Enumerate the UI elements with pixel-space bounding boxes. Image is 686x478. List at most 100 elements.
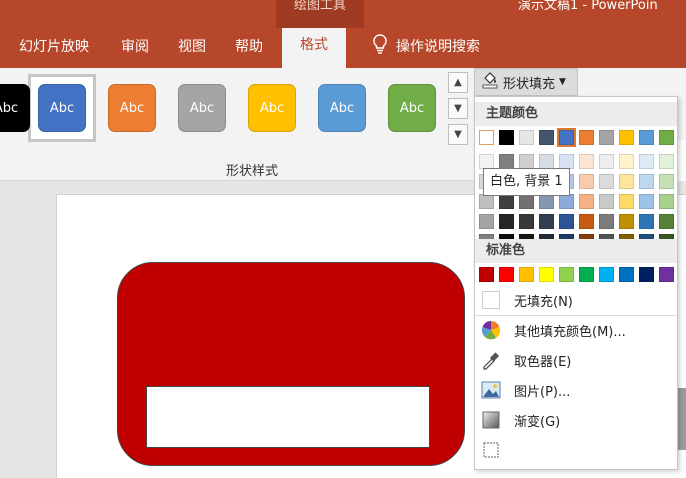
theme-shade-swatch[interactable] (479, 194, 494, 209)
eyedropper-item[interactable]: 取色器(E) (475, 345, 677, 375)
standard-color-swatch[interactable] (659, 267, 674, 282)
theme-shade-swatch[interactable] (599, 194, 614, 209)
picture-fill-item[interactable]: 图片(P)... (475, 375, 677, 405)
texture-fill-item[interactable] (475, 435, 677, 465)
theme-color-swatch[interactable] (557, 128, 576, 147)
theme-color-swatch[interactable] (619, 130, 634, 145)
theme-shade-swatch[interactable] (499, 214, 514, 229)
theme-shade-swatch[interactable] (579, 174, 594, 189)
standard-color-swatch[interactable] (579, 267, 594, 282)
picture-icon (480, 379, 502, 401)
standard-color-swatch[interactable] (499, 267, 514, 282)
eyedropper-label: 取色器(E) (514, 354, 572, 370)
contextual-tab-group-label: 绘图工具 (293, 0, 346, 13)
shape-style-gold[interactable]: Abc (248, 84, 296, 132)
theme-shade-swatch[interactable] (579, 214, 594, 229)
theme-shade-swatch[interactable] (539, 154, 554, 169)
standard-color-swatch[interactable] (479, 267, 494, 282)
theme-shade-swatch[interactable] (659, 154, 674, 169)
tab-help[interactable]: 帮助 (235, 36, 263, 58)
gradient-icon (480, 409, 502, 431)
theme-shade-swatch[interactable] (659, 214, 674, 229)
theme-shade-swatch[interactable] (479, 214, 494, 229)
contextual-tab-group: 绘图工具 (276, 0, 364, 28)
standard-color-swatch[interactable] (599, 267, 614, 282)
theme-shade-swatch[interactable] (519, 194, 534, 209)
theme-shade-swatch[interactable] (559, 154, 574, 169)
theme-shade-swatch[interactable] (619, 214, 634, 229)
tab-format[interactable]: 格式 (282, 28, 346, 68)
theme-shade-swatch[interactable] (539, 194, 554, 209)
theme-shade-swatch[interactable] (519, 154, 534, 169)
theme-shade-swatch[interactable] (559, 214, 574, 229)
document-title: 演示文稿1 - PowerPoin (518, 0, 658, 13)
gallery-scroll-up-button[interactable]: ▲ (448, 72, 468, 93)
shape-style-gray[interactable]: Abc (178, 84, 226, 132)
theme-color-swatch[interactable] (639, 130, 654, 145)
paint-bucket-icon (481, 71, 499, 93)
standard-color-swatch[interactable] (519, 267, 534, 282)
shape-style-light-blue[interactable]: Abc (318, 84, 366, 132)
shape-style-black[interactable]: Abc (0, 84, 30, 132)
theme-shade-swatch[interactable] (619, 154, 634, 169)
more-fill-colors-item[interactable]: 其他填充颜色(M)... (475, 315, 677, 345)
theme-shade-swatch[interactable] (599, 154, 614, 169)
theme-shade-swatch[interactable] (639, 154, 654, 169)
eyedropper-icon (480, 349, 502, 371)
white-rectangle-shape[interactable] (146, 386, 430, 448)
gallery-scroll-down-button[interactable]: ▼ (448, 98, 468, 119)
theme-shade-swatch[interactable] (599, 214, 614, 229)
tell-me-search[interactable]: 操作说明搜索 (372, 34, 480, 58)
theme-color-swatch[interactable] (659, 130, 674, 145)
shape-style-blue[interactable]: Abc (38, 84, 86, 132)
shape-style-orange[interactable]: Abc (108, 84, 156, 132)
ribbon-tab-bar: 绘图工具 演示文稿1 - PowerPoin 幻灯片放映 审阅 视图 帮助 格式… (0, 0, 686, 68)
standard-color-swatch[interactable] (559, 267, 574, 282)
tab-view[interactable]: 视图 (178, 36, 206, 58)
picture-fill-label: 图片(P)... (514, 384, 571, 400)
theme-color-swatch[interactable] (539, 130, 554, 145)
theme-color-swatch[interactable] (479, 130, 494, 145)
theme-color-swatch[interactable] (599, 130, 614, 145)
color-wheel-icon (480, 319, 502, 341)
standard-color-swatch[interactable] (639, 267, 654, 282)
theme-shade-swatch[interactable] (499, 194, 514, 209)
tab-review[interactable]: 审阅 (121, 36, 149, 58)
more-fill-colors-label: 其他填充颜色(M)... (514, 324, 626, 340)
standard-color-swatch[interactable] (619, 267, 634, 282)
theme-color-swatch[interactable] (519, 130, 534, 145)
gradient-fill-label: 渐变(G) (514, 414, 561, 430)
shape-fill-dropdown: 主题颜色 标准色 无填充(N) 其他填充颜色(M)... 取色器(E) 图片(P… (474, 96, 678, 470)
texture-icon (480, 439, 502, 461)
theme-shade-swatch[interactable] (539, 214, 554, 229)
no-fill-item[interactable]: 无填充(N) (475, 285, 677, 315)
theme-shade-swatch[interactable] (639, 194, 654, 209)
theme-colors-header: 主题颜色 (475, 102, 677, 126)
theme-shade-swatch[interactable] (619, 194, 634, 209)
chevron-down-icon: ▼ (559, 77, 566, 87)
tab-slideshow[interactable]: 幻灯片放映 (19, 36, 89, 58)
theme-color-swatch[interactable] (499, 130, 514, 145)
shape-fill-button[interactable]: 形状填充 ▼ (474, 68, 578, 96)
theme-shade-swatch[interactable] (659, 194, 674, 209)
gradient-fill-item[interactable]: 渐变(G) (475, 405, 677, 435)
theme-shade-swatch[interactable] (599, 174, 614, 189)
theme-shade-swatch[interactable] (519, 214, 534, 229)
theme-shade-swatch[interactable] (559, 194, 574, 209)
lightbulb-icon (372, 34, 388, 58)
theme-shade-swatch[interactable] (639, 174, 654, 189)
theme-shade-swatch[interactable] (499, 154, 514, 169)
theme-shade-swatch[interactable] (619, 174, 634, 189)
standard-colors-header: 标准色 (475, 239, 677, 263)
gallery-more-button[interactable]: ▼ (448, 124, 468, 145)
standard-color-swatch[interactable] (539, 267, 554, 282)
theme-color-swatch[interactable] (579, 130, 594, 145)
theme-shade-swatch[interactable] (579, 154, 594, 169)
color-tooltip: 白色, 背景 1 (483, 168, 570, 196)
theme-shade-swatch[interactable] (479, 154, 494, 169)
shape-style-green[interactable]: Abc (388, 84, 436, 132)
theme-shade-swatch[interactable] (659, 174, 674, 189)
theme-shade-swatch[interactable] (579, 194, 594, 209)
theme-shade-swatch[interactable] (639, 214, 654, 229)
shape-fill-label: 形状填充 (503, 76, 556, 92)
